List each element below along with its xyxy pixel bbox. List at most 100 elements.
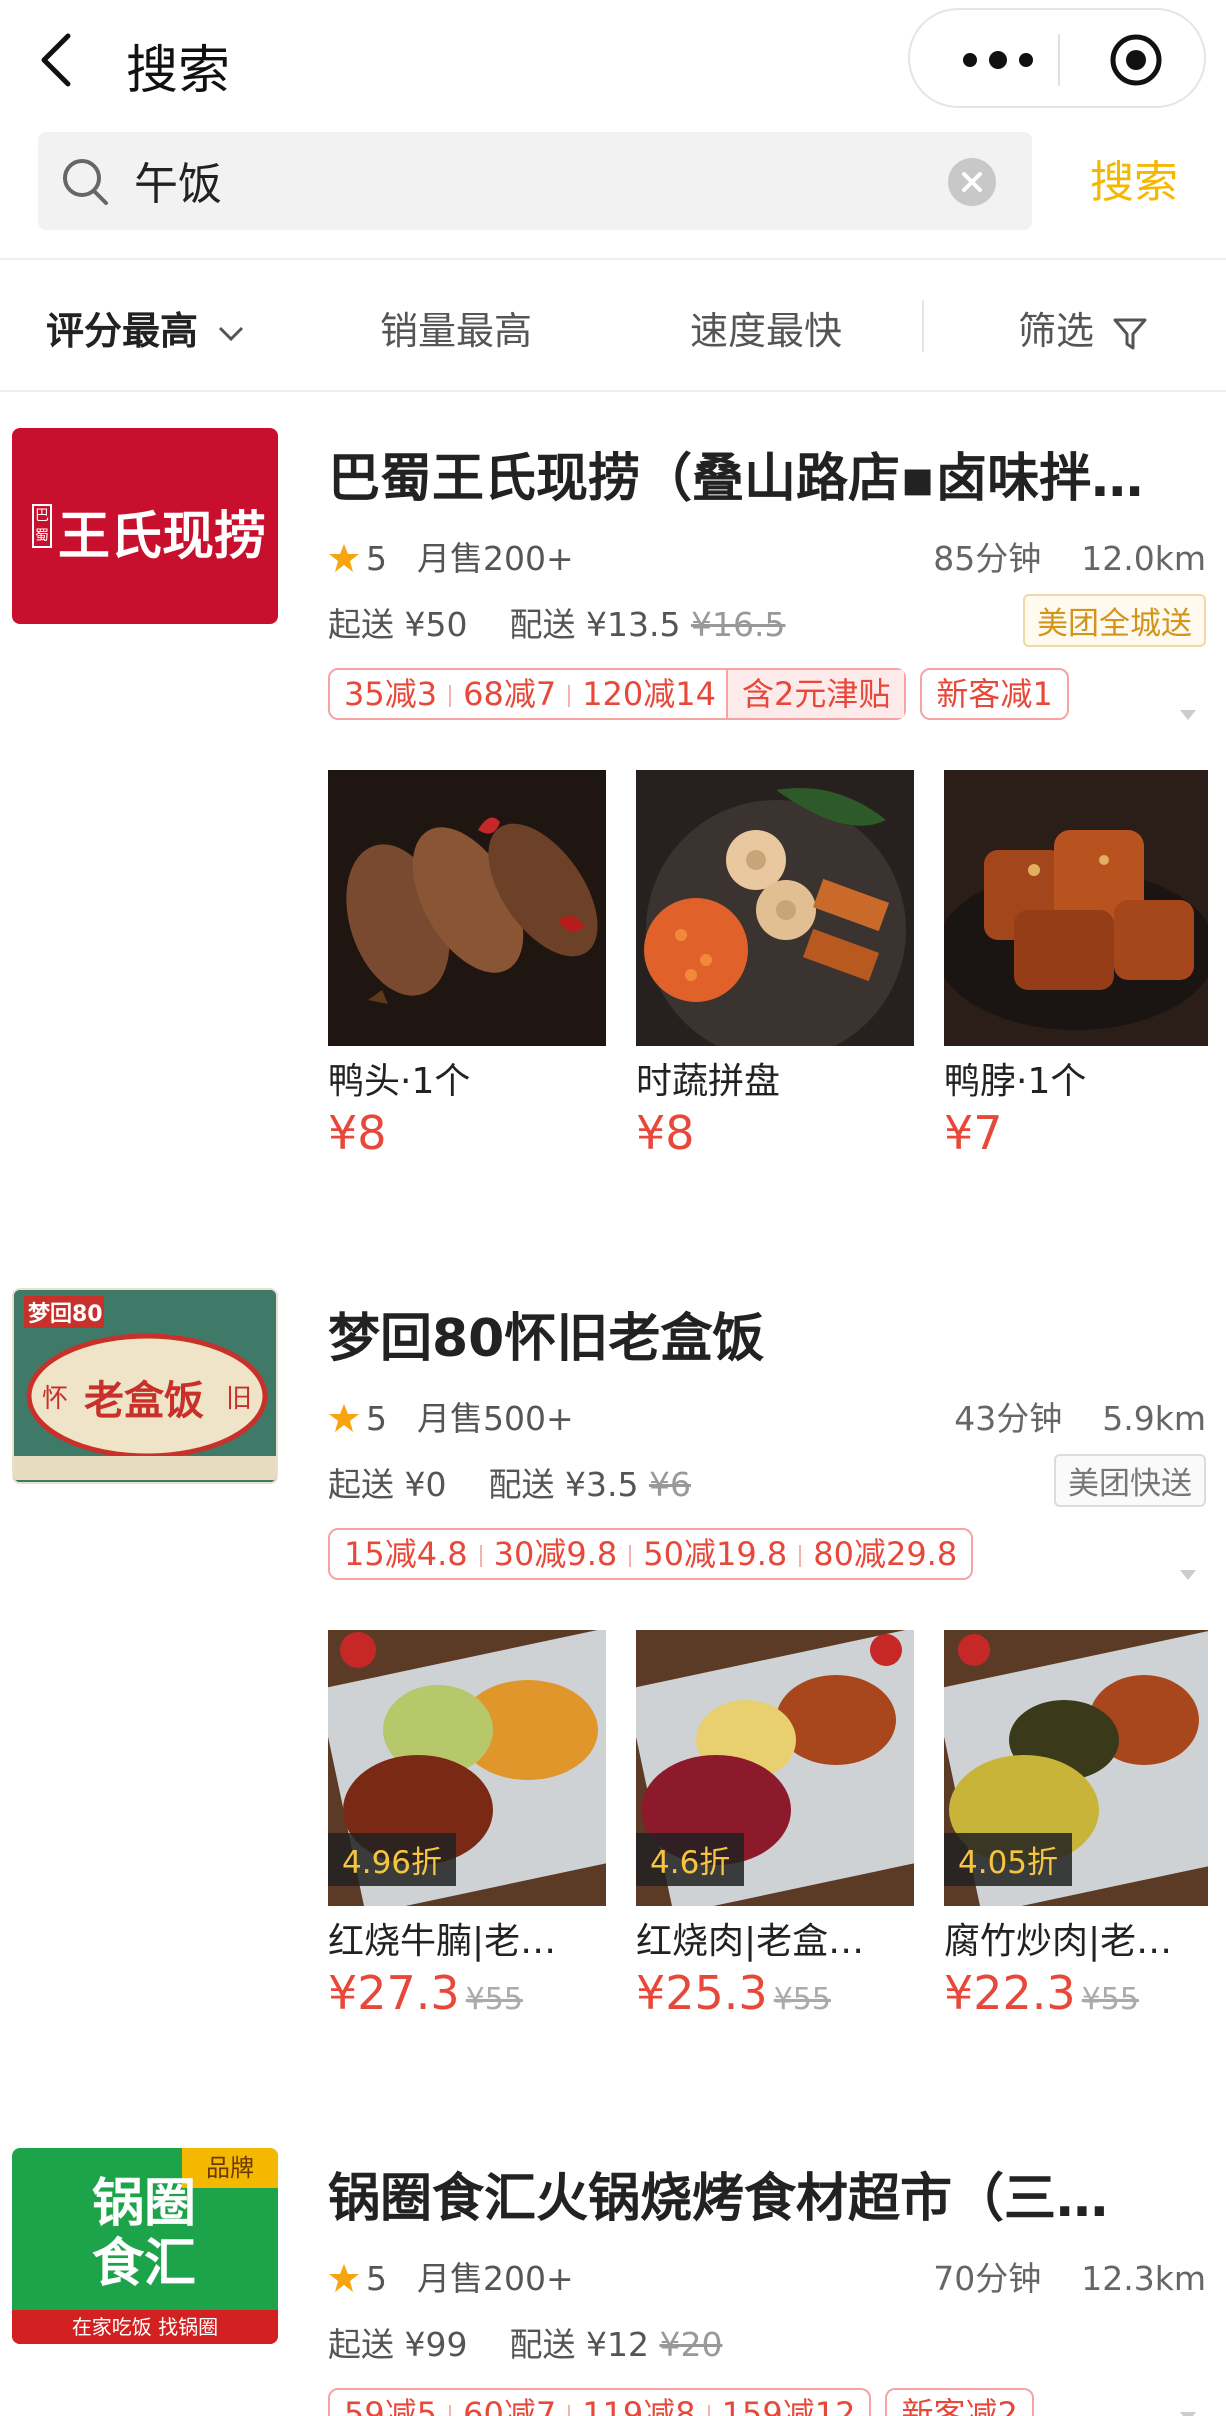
min-order: 起送 ¥50 xyxy=(328,605,468,644)
delivery-fee-original: ¥16.5 xyxy=(690,605,786,644)
delivery-time-distance: 43分钟 5.9km xyxy=(954,1392,1206,1440)
new-customer-promo: 新客减1 xyxy=(920,668,1069,720)
delivery-time-distance: 85分钟 12.0km xyxy=(933,532,1206,580)
product-price: ¥27.3 ¥55 xyxy=(328,1966,606,2020)
new-customer-promo: 新客减2 xyxy=(885,2388,1034,2416)
delivery-fee-original: ¥20 xyxy=(659,2325,723,2364)
store-name[interactable]: 巴蜀王氏现捞（叠山路店▪卤味拌… xyxy=(328,436,1198,511)
store-meta: 5 月售200+ xyxy=(328,2252,574,2300)
logo-line-2: 食汇 xyxy=(92,2234,197,2294)
logo-text: 王氏现捞 xyxy=(58,507,267,567)
store-rating: 5 xyxy=(366,2259,387,2298)
promo-row: 59减5 60减7 119减8 159减12 新客减2 xyxy=(328,2388,1034,2416)
close-target-icon[interactable] xyxy=(1108,32,1164,88)
distance: 5.9km xyxy=(1102,1399,1206,1438)
promo-tag: 159减12 xyxy=(721,2395,856,2416)
delivery-badge: 美团快送 xyxy=(1054,1454,1206,1507)
product-card[interactable]: 时蔬拼盘 ¥8 xyxy=(636,770,914,1160)
store-rating: 5 xyxy=(366,1399,387,1438)
search-input[interactable] xyxy=(134,150,954,210)
min-order: 起送 ¥99 xyxy=(328,2325,468,2364)
delivery-time: 85分钟 xyxy=(933,539,1042,578)
product-price: ¥8 xyxy=(636,1106,695,1160)
page-title: 搜索 xyxy=(126,41,231,101)
promo-tag: 35减3 xyxy=(344,675,438,713)
store-meta: 5 月售200+ xyxy=(328,532,574,580)
promo-group: 59减5 60减7 119减8 159减12 xyxy=(328,2388,872,2416)
product-price: ¥22.3 ¥55 xyxy=(944,1966,1222,2020)
duck-head-image xyxy=(328,770,606,1046)
product-card[interactable]: 鸭脖·1个 ¥7 xyxy=(944,770,1222,1160)
clear-icon[interactable] xyxy=(946,156,998,208)
sort-rating-tab[interactable]: 评分最高 xyxy=(46,300,245,355)
product-card[interactable]: 4.6折 红烧肉|老盒… ¥25.3 ¥55 xyxy=(636,1630,914,2020)
filter-button[interactable]: 筛选 xyxy=(1018,300,1148,355)
expand-promos-icon[interactable] xyxy=(1178,1568,1198,1582)
search-box xyxy=(38,132,1032,230)
sort-divider xyxy=(922,300,924,352)
duck-neck-image xyxy=(944,770,1216,1046)
promo-tag: 50减19.8 xyxy=(643,1535,788,1573)
logo-right-text: 旧 xyxy=(226,1384,253,1414)
delivery-time-distance: 70分钟 12.3km xyxy=(933,2252,1206,2300)
brand-badge: 品牌 xyxy=(182,2148,278,2188)
store-rating: 5 xyxy=(366,539,387,578)
distance: 12.3km xyxy=(1081,2259,1206,2298)
product-card[interactable]: 4.05折 腐竹炒肉|老… ¥22.3 ¥55 xyxy=(944,1630,1222,2020)
sort-sales-tab[interactable]: 销量最高 xyxy=(380,300,532,355)
sort-speed-tab[interactable]: 速度最快 xyxy=(690,300,842,355)
store-logo: 在家吃饭 找锅圈 品牌 锅圈 食汇 xyxy=(12,2148,278,2344)
logo-side-text: 巴蜀 xyxy=(32,504,52,548)
filter-funnel-icon xyxy=(1113,318,1147,349)
product-price: ¥7 xyxy=(944,1106,1003,1160)
promo-row: 15减4.8 30减9.8 50减19.8 80减29.8 xyxy=(328,1528,974,1580)
promo-tag: 60减7 xyxy=(463,2395,557,2416)
discount-tag: 4.6折 xyxy=(636,1833,745,1886)
promo-tag: 30减9.8 xyxy=(493,1535,618,1573)
delivery-time: 70分钟 xyxy=(933,2259,1042,2298)
product-image: 4.05折 xyxy=(944,1630,1222,1906)
product-name: 腐竹炒肉|老… xyxy=(944,1921,1173,1962)
promo-group: 15减4.8 30减9.8 50减19.8 80减29.8 xyxy=(328,1528,974,1580)
product-name: 红烧肉|老盒… xyxy=(636,1921,865,1962)
star-icon xyxy=(329,1404,359,1432)
price-current: ¥22.3 xyxy=(944,1966,1076,2020)
product-card[interactable]: 4.96折 红烧牛腩|老… ¥27.3 ¥55 xyxy=(328,1630,606,2020)
more-dots-icon[interactable] xyxy=(950,40,1060,80)
logo-text: 锅圈 食汇 xyxy=(92,2174,196,2294)
monthly-sales: 月售200+ xyxy=(417,2259,574,2298)
product-card[interactable]: 鸭头·1个 ¥8 xyxy=(328,770,606,1160)
chevron-down-icon xyxy=(219,326,244,341)
price-original: ¥55 xyxy=(1081,1982,1139,2017)
price-original: ¥55 xyxy=(465,1982,523,2017)
promo-tag: 68减7 xyxy=(463,675,557,713)
delivery-fee: 配送 ¥12 xyxy=(509,2325,649,2364)
min-order: 起送 ¥0 xyxy=(328,1465,447,1504)
fee-info: 起送 ¥50 配送 ¥13.5 ¥16.5 xyxy=(328,598,785,646)
search-button[interactable]: 搜索 xyxy=(1090,146,1178,210)
expand-promos-icon[interactable] xyxy=(1178,2410,1198,2416)
fee-info: 起送 ¥0 配送 ¥3.5 ¥6 xyxy=(328,1458,691,1506)
delivery-fee: 配送 ¥3.5 xyxy=(488,1465,639,1504)
discount-tag: 4.96折 xyxy=(328,1833,457,1886)
product-price: ¥8 xyxy=(328,1106,387,1160)
distance: 12.0km xyxy=(1081,539,1206,578)
promo-tag: 15减4.8 xyxy=(344,1535,468,1573)
filter-label: 筛选 xyxy=(1018,309,1095,353)
product-name: 红烧牛腩|老… xyxy=(328,1921,557,1962)
promo-tag: 59减5 xyxy=(344,2395,438,2416)
promo-subsidy: 含2元津贴 xyxy=(726,670,905,718)
mini-program-capsule xyxy=(908,8,1206,108)
store-name[interactable]: 梦回80怀旧老盒饭 xyxy=(328,1296,1198,1371)
expand-promos-icon[interactable] xyxy=(1178,708,1198,722)
back-arrow-icon[interactable] xyxy=(34,30,84,90)
logo-top-text: 梦回80 xyxy=(28,1302,103,1327)
price-current: ¥27.3 xyxy=(328,1966,460,2020)
discount-tag: 4.05折 xyxy=(944,1833,1073,1886)
product-image xyxy=(944,770,1222,1046)
price-current: ¥25.3 xyxy=(636,1966,768,2020)
delivery-time: 43分钟 xyxy=(954,1399,1063,1438)
promo-tag: 80减29.8 xyxy=(813,1535,958,1573)
store-name[interactable]: 锅圈食汇火锅烧烤食材超市（三… xyxy=(328,2156,1198,2231)
sort-bar: 评分最高 销量最高 速度最快 筛选 xyxy=(0,262,1226,390)
